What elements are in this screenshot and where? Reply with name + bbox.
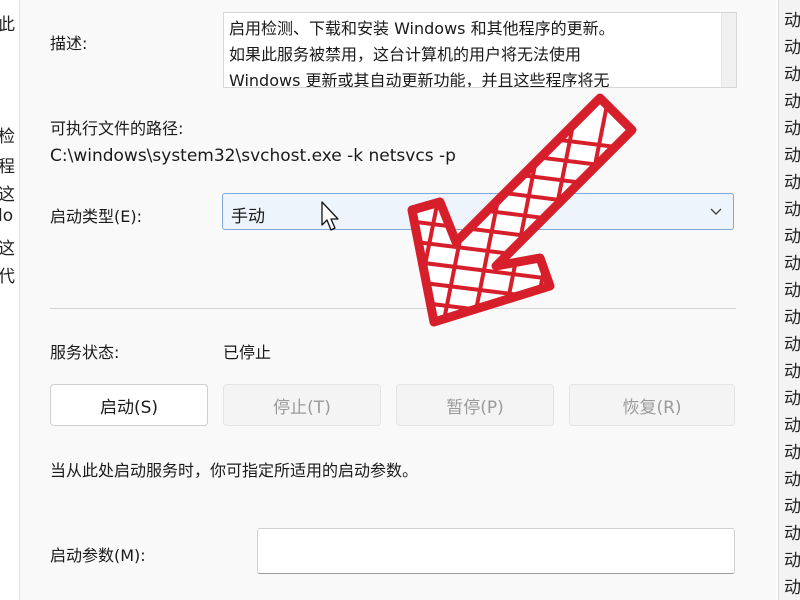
stop-button[interactable]: 停止(T)	[223, 384, 381, 426]
right-edge-text: 动	[784, 362, 800, 382]
description-label: 描述:	[50, 34, 88, 53]
mouse-cursor-icon	[321, 201, 339, 231]
left-edge-text: 代	[0, 262, 15, 287]
right-edge-text: 动	[784, 443, 800, 463]
red-arrow-annotation-icon	[407, 93, 637, 327]
start-params-label: 启动参数(M):	[50, 546, 146, 565]
right-edge-text: 动	[784, 227, 800, 247]
right-edge-text: 动	[784, 200, 800, 220]
right-edge-text: 动	[784, 119, 800, 139]
left-edge-text: lo	[0, 206, 14, 226]
start-params-hint: 当从此处启动服务时，你可指定所适用的启动参数。	[50, 461, 419, 480]
right-edge-text: 动	[784, 173, 800, 193]
description-scrollbar[interactable]	[721, 13, 736, 87]
right-edge-text: 动	[784, 470, 800, 490]
right-edge-text: 动	[784, 497, 800, 517]
left-edge-text: 这	[0, 234, 15, 259]
resume-button[interactable]: 恢复(R)	[569, 384, 735, 426]
right-edge-text: 动	[784, 416, 800, 436]
right-edge-text: 动	[784, 524, 800, 544]
description-textbox[interactable]: 启用检测、下载和安装 Windows 和其他程序的更新。 如果此服务被禁用，这台…	[223, 12, 737, 88]
description-line: 如果此服务被禁用，这台计算机的用户将无法使用	[229, 45, 582, 64]
right-edge-text: 动	[784, 38, 800, 58]
start-button[interactable]: 启动(S)	[50, 384, 208, 426]
service-properties-dialog: 描述: 启用检测、下载和安装 Windows 和其他程序的更新。 如果此服务被禁…	[20, 0, 777, 600]
service-status-value: 已停止	[223, 343, 272, 362]
left-edge-text: 此	[0, 10, 15, 35]
startup-type-label: 启动类型(E):	[50, 207, 142, 226]
right-edge-text: 动	[784, 308, 800, 328]
description-line: Windows 更新或其自动更新功能，并且这些程序将无	[229, 71, 610, 88]
right-edge-text: 动	[784, 335, 800, 355]
pause-button[interactable]: 暂停(P)	[396, 384, 554, 426]
left-edge-text: 程	[0, 152, 15, 177]
description-text: 启用检测、下载和安装 Windows 和其他程序的更新。 如果此服务被禁用，这台…	[229, 16, 709, 88]
description-line: 启用检测、下载和安装 Windows 和其他程序的更新。	[229, 19, 615, 38]
startup-type-value: 手动	[231, 207, 265, 227]
service-status-label: 服务状态:	[50, 343, 120, 362]
right-edge-text: 动	[784, 578, 800, 598]
left-edge-text: 这	[0, 180, 15, 205]
chevron-down-icon	[710, 208, 722, 215]
right-edge-text: 动	[784, 389, 800, 409]
right-edge-text: 动	[784, 281, 800, 301]
background-window-right-edge: 动 动 动 动 动 动 动 动 动 动 动 动 动 动 动 动 动 动 动 动 …	[778, 0, 800, 600]
right-edge-text: 动	[784, 254, 800, 274]
right-edge-text: 动	[784, 551, 800, 571]
left-edge-text: 检	[0, 122, 15, 147]
background-window-left-edge: 此 检 程 这 lo 这 代	[0, 0, 20, 600]
right-edge-text: 动	[784, 92, 800, 112]
right-edge-text: 动	[784, 65, 800, 85]
executable-path-value: C:\windows\system32\svchost.exe -k netsv…	[50, 146, 456, 166]
right-edge-text: 动	[784, 11, 800, 31]
executable-path-label: 可执行文件的路径:	[50, 119, 184, 138]
start-params-input[interactable]	[257, 528, 735, 574]
right-edge-text: 动	[784, 146, 800, 166]
